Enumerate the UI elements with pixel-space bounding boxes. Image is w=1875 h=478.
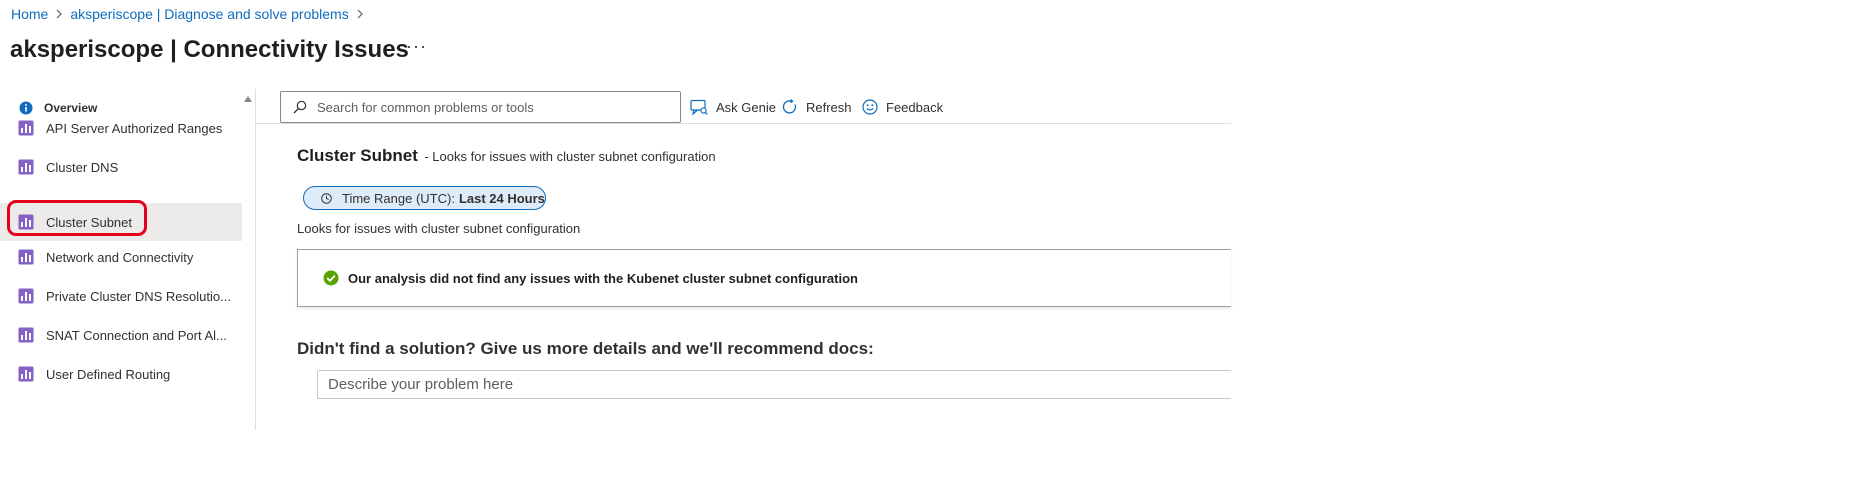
sidebar-item-label: Cluster DNS — [46, 159, 119, 175]
sidebar-item-label: Network and Connectivity — [46, 249, 194, 265]
report-chart-icon — [18, 249, 34, 265]
breadcrumb-home[interactable]: Home — [11, 6, 48, 22]
sidebar-scroll-up-arrow[interactable] — [243, 91, 253, 103]
sidebar-item-snat-connection[interactable]: SNAT Connection and Port Al... — [0, 316, 242, 354]
clock-icon — [321, 192, 332, 204]
sidebar: Overview API Server Authorized Ranges Cl… — [0, 89, 242, 430]
chevron-right-icon — [356, 9, 364, 19]
smile-icon — [862, 99, 878, 115]
detector-description: Looks for issues with cluster subnet con… — [297, 221, 581, 236]
refresh-label: Refresh — [806, 99, 852, 115]
sidebar-item-private-cluster-dns-resolution[interactable]: Private Cluster DNS Resolutio... — [0, 277, 242, 315]
search-input[interactable] — [315, 98, 655, 116]
ask-genie-label: Ask Genie — [716, 99, 776, 115]
problem-description-input[interactable] — [317, 370, 1231, 399]
toolbar-divider — [256, 123, 1231, 124]
sidebar-item-label: User Defined Routing — [46, 366, 171, 382]
page-title: aksperiscope | Connectivity Issues — [10, 36, 409, 63]
search-box — [280, 91, 681, 123]
sidebar-item-user-defined-routing[interactable]: User Defined Routing — [0, 355, 242, 393]
time-range-pill[interactable]: Time Range (UTC): Last 24 Hours — [303, 186, 546, 210]
time-range-label: Time Range (UTC): — [342, 190, 455, 206]
success-check-icon — [323, 270, 339, 286]
report-chart-icon — [18, 159, 34, 175]
breadcrumb: Home aksperiscope | Diagnose and solve p… — [11, 6, 371, 22]
refresh-icon — [782, 99, 797, 114]
analysis-result-card: Our analysis did not find any issues wit… — [297, 249, 1231, 307]
detector-subtitle: - Looks for issues with cluster subnet c… — [424, 149, 716, 164]
refresh-button[interactable]: Refresh — [782, 91, 852, 123]
report-chart-icon — [18, 366, 34, 382]
sidebar-item-label: Private Cluster DNS Resolutio... — [46, 288, 231, 304]
ask-genie-button[interactable]: Ask Genie — [690, 91, 776, 123]
chevron-right-icon — [55, 9, 63, 19]
ask-genie-icon — [690, 99, 708, 115]
feedback-label: Feedback — [886, 99, 944, 115]
breadcrumb-diagnose[interactable]: aksperiscope | Diagnose and solve proble… — [70, 6, 348, 22]
more-options-button[interactable]: ··· — [406, 36, 427, 57]
toolbar: Ask Genie Refresh Feedback — [280, 91, 1231, 123]
analysis-result-message: Our analysis did not find any issues wit… — [348, 270, 858, 286]
selection-highlight — [7, 200, 147, 236]
sidebar-item-api-server-authorized-ranges[interactable]: API Server Authorized Ranges — [0, 109, 242, 147]
time-range-value: Last 24 Hours — [458, 190, 545, 206]
search-icon — [293, 100, 307, 114]
detector-title: Cluster Subnet — [297, 146, 418, 165]
report-chart-icon — [18, 120, 34, 136]
sidebar-item-label: API Server Authorized Ranges — [46, 120, 223, 136]
sidebar-item-label: SNAT Connection and Port Al... — [46, 327, 227, 343]
sidebar-item-cluster-dns[interactable]: Cluster DNS — [0, 148, 242, 186]
sidebar-item-network-and-connectivity[interactable]: Network and Connectivity — [0, 238, 242, 276]
sidebar-divider — [255, 89, 256, 430]
detector-header: Cluster Subnet - Looks for issues with c… — [297, 146, 716, 166]
report-chart-icon — [18, 288, 34, 304]
feedback-button[interactable]: Feedback — [862, 91, 943, 123]
doc-recommendation-heading: Didn't find a solution? Give us more det… — [297, 339, 874, 358]
report-chart-icon — [18, 327, 34, 343]
